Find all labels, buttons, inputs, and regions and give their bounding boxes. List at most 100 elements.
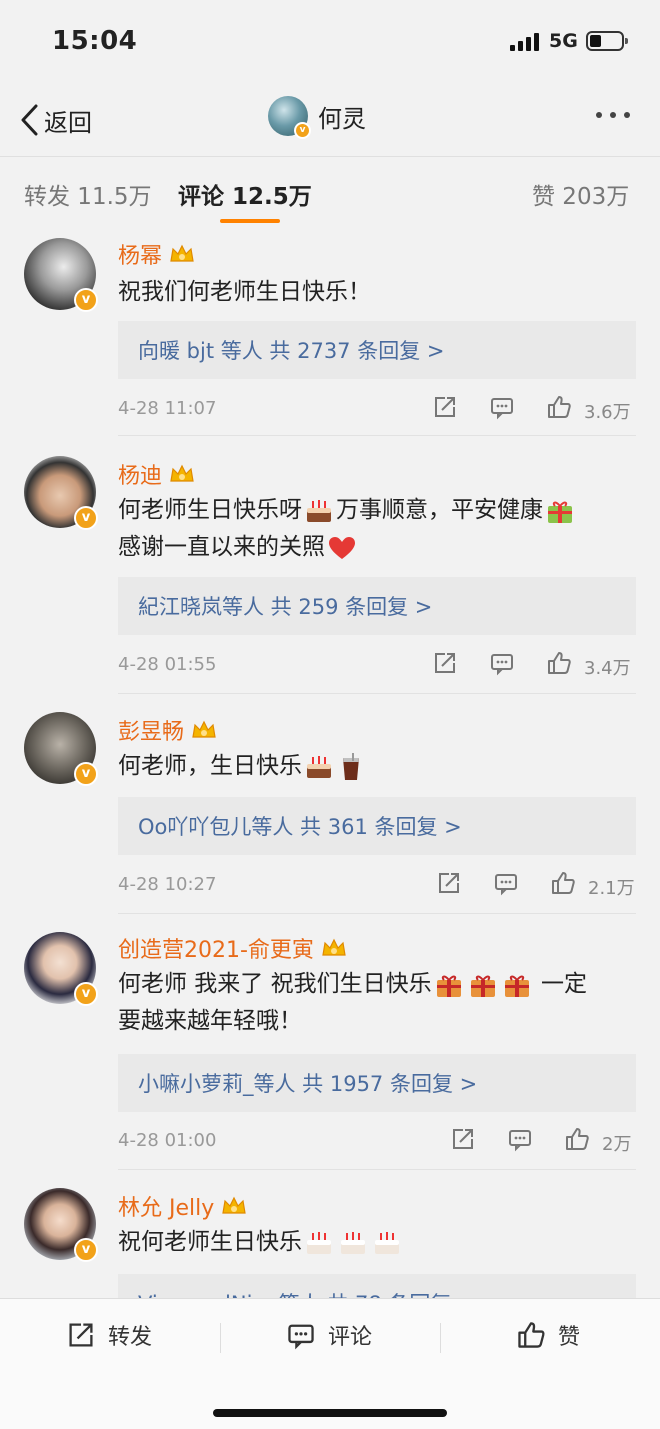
comment-text: 祝何老师生日快乐 [118,1224,638,1261]
comment-text-part: 何老师 我来了 祝我们生日快乐 [118,971,432,997]
comment-text: 何老师，生日快乐 [118,748,638,785]
share-icon[interactable] [432,394,458,424]
share-icon[interactable] [450,1126,476,1156]
gift-icon [504,975,529,997]
like-count: 2.1万 [588,878,635,899]
cake-icon [307,755,331,778]
share-icon [69,1323,93,1347]
comment-username[interactable]: 彭昱畅 [118,714,184,746]
thumbs-up-icon[interactable] [564,1126,590,1156]
thumbs-up-icon[interactable] [546,394,572,424]
tab-reposts[interactable]: 转发 11.5万 [24,177,152,211]
avatar[interactable]: v [24,238,98,312]
replies-summary-text: 紀江晓岚等人 共 259 条回复 > [138,595,433,619]
crown-badge-icon [170,244,194,262]
like-label: 赞 [558,1325,581,1350]
verified-icon: v [74,506,98,530]
gift-icon [548,501,572,523]
thumbs-up-icon[interactable] [550,870,576,900]
gift-icon [470,975,495,997]
comment-text-part: 何老师，生日快乐 [118,753,302,779]
replies-summary[interactable]: Oo吖吖包儿等人 共 361 条回复 > [118,797,636,855]
comment-button[interactable]: 评论 [286,1319,372,1351]
cake-icon [341,1231,365,1254]
crown-badge-icon [170,464,194,482]
drink-icon [343,752,359,780]
cake-icon [307,1231,331,1254]
repost-label: 转发 [108,1325,153,1350]
comment-text-part: 要越来越年轻哦！ [118,1008,302,1034]
comment-item: v 林允 Jelly 祝何老师生日快乐 VineyardNine等人 共 78 … [0,1170,660,1298]
home-indicator [213,1409,447,1417]
comment-item: v 杨迪 何老师生日快乐呀 万事顺意，平安健康 感谢一直以来的关照 紀江晓岚等人 … [0,436,660,694]
thumbs-up-icon[interactable] [546,650,572,680]
avatar[interactable]: v [24,932,98,1006]
replies-summary[interactable]: 小嘛小萝莉_等人 共 1957 条回复 > [118,1054,636,1112]
replies-summary-text: 向暖 bjt 等人 共 2737 条回复 > [138,339,445,363]
chevron-left-icon [21,104,38,136]
more-options-icon[interactable] [596,112,630,118]
verified-icon: v [74,288,98,312]
profile-header[interactable]: v 何灵 [268,96,366,139]
cake-icon [375,1231,399,1254]
comment-text-part: 感谢一直以来的关照 [118,534,325,560]
battery-icon [586,31,628,51]
crown-badge-icon [192,720,216,738]
reply-icon[interactable] [507,1126,533,1156]
nav-bar: 返回 v 何灵 [0,84,660,156]
comment-list: v 杨幂 祝我们何老师生日快乐！ 向暖 bjt 等人 共 2737 条回复 > … [0,230,660,1298]
tab-comments[interactable]: 评论 12.5万 [178,177,312,211]
back-button[interactable]: 返回 [18,100,92,140]
comment-text-part: 万事顺意，平安健康 [336,497,543,523]
share-icon[interactable] [436,870,462,900]
share-icon[interactable] [432,650,458,680]
reply-icon[interactable] [489,394,515,424]
like-count: 2万 [602,1134,632,1155]
replies-summary[interactable]: 向暖 bjt 等人 共 2737 条回复 > [118,321,636,379]
comment-date: 4-28 01:00 [118,1130,217,1151]
comment-username[interactable]: 杨迪 [118,458,162,490]
comment-date: 4-28 01:55 [118,654,217,675]
comment-username[interactable]: 杨幂 [118,238,162,270]
active-tab-indicator [220,219,280,223]
verified-icon: v [294,122,311,139]
comment-label: 评论 [328,1325,373,1350]
like-count: 3.4万 [584,658,631,679]
reply-icon[interactable] [493,870,519,900]
comment-date: 4-28 11:07 [118,398,217,419]
avatar[interactable]: v [24,712,98,786]
profile-name: 何灵 [318,104,366,133]
divider [440,1323,441,1353]
comment-item: v 杨幂 祝我们何老师生日快乐！ 向暖 bjt 等人 共 2737 条回复 > … [0,230,660,436]
avatar: v [268,96,311,139]
comment-text: 何老师生日快乐呀 万事顺意，平安健康 感谢一直以来的关照 [118,492,638,566]
back-label: 返回 [44,108,92,137]
replies-summary[interactable]: VineyardNine等人 共 78 条回复 > [118,1274,636,1298]
repost-button[interactable]: 转发 [66,1319,152,1351]
reply-icon[interactable] [489,650,515,680]
crown-badge-icon [322,938,346,956]
gift-icon [436,975,461,997]
verified-icon: v [74,1238,98,1262]
status-bar: 15:04 5G [0,0,660,84]
replies-summary[interactable]: 紀江晓岚等人 共 259 条回复 > [118,577,636,635]
comment-text: 何老师 我来了 祝我们生日快乐 一定 要越来越年轻哦！ [118,966,638,1040]
comment-username[interactable]: 林允 Jelly [118,1190,214,1222]
comment-text: 祝我们何老师生日快乐！ [118,279,371,305]
network-type: 5G [549,30,578,52]
comment-date: 4-28 10:27 [118,874,217,895]
replies-summary-text: 小嘛小萝莉_等人 共 1957 条回复 > [138,1072,478,1096]
thumbs-up-icon [518,1322,545,1348]
cake-icon [307,499,331,522]
crown-badge-icon [222,1196,246,1214]
tab-likes[interactable]: 赞 203万 [532,177,629,211]
verified-icon: v [74,762,98,786]
like-button[interactable]: 赞 [516,1319,580,1351]
tabs-bar: 转发 11.5万 评论 12.5万 赞 203万 [0,156,660,230]
comment-text-part: 何老师生日快乐呀 [118,497,302,523]
bottom-action-bar: 转发 评论 赞 [0,1298,660,1429]
comment-username[interactable]: 创造营2021-俞更寅 [118,932,314,964]
avatar[interactable]: v [24,1188,98,1262]
divider [220,1323,221,1353]
avatar[interactable]: v [24,456,98,530]
